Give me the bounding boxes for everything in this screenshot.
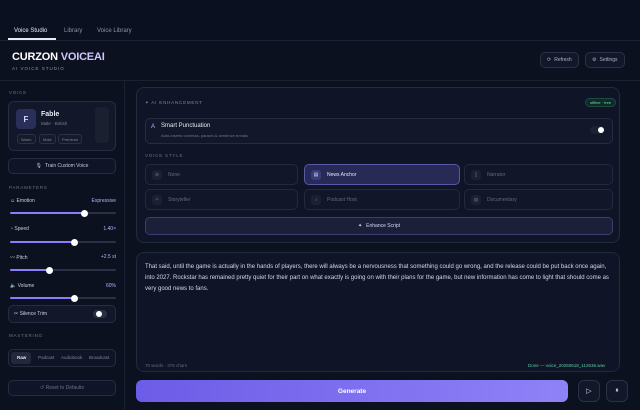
toggle-knob [96, 311, 102, 317]
reset-defaults-button[interactable]: ↺ Reset to Defaults [8, 380, 116, 396]
train-label: Train Custom Voice [44, 163, 89, 169]
voice-meta: Male · British [41, 121, 68, 126]
word-char-count: 70 words · 376 chars [145, 363, 188, 368]
speed-value: 1.40× [103, 226, 116, 232]
ban-icon: ⊘ [152, 169, 162, 180]
pitch-text: Pitch [16, 255, 28, 261]
style-news-anchor-button[interactable]: ▤ News Anchor [304, 164, 460, 185]
emotion-slider-knob[interactable] [80, 209, 88, 217]
voice-tag: Premium [58, 134, 83, 144]
volume-slider-knob[interactable] [70, 294, 78, 302]
play-icon: ▷ [586, 388, 592, 395]
mastering-option-podcast[interactable]: Podcast [38, 355, 54, 360]
pause-icon: ⏸ [615, 387, 619, 394]
style-none-button[interactable]: ⊘ None [145, 164, 298, 185]
tab-voice-library[interactable]: Voice Library [97, 28, 132, 34]
smart-punctuation-title: Smart Punctuation [161, 123, 211, 129]
divider [0, 80, 640, 81]
voice-style-label: VOICE STYLE [145, 153, 184, 158]
voice-tag: Male [39, 134, 56, 144]
pitch-slider-fill [10, 269, 49, 271]
voice-avatar: F [16, 109, 36, 129]
emotion-label: ☺ Emotion [10, 198, 35, 204]
parameters-section-label: PARAMETERS [9, 185, 48, 190]
style-label: Storyteller [168, 196, 191, 203]
emotion-text: Emotion [16, 198, 35, 204]
enhance-script-button[interactable]: ✦ Enhance Script [145, 217, 613, 235]
refresh-icon: ⟳ [547, 57, 552, 63]
voice-picker-handle[interactable] [95, 107, 109, 143]
brand-logo: CURZON VOICEAI [12, 51, 105, 63]
voice-tag: Warm [17, 134, 36, 144]
silence-trim-label: ✂ Silence Trim [14, 311, 47, 317]
script-text[interactable]: That said, until the game is actually in… [145, 262, 615, 295]
smart-punctuation-row[interactable] [145, 118, 613, 144]
volume-icon: 🔈 [10, 283, 18, 289]
speed-slider-fill [10, 241, 74, 243]
style-narrator-button[interactable]: ▯ Narrator [464, 164, 613, 185]
top-bar [0, 0, 640, 40]
offline-free-badge: offline · free [585, 98, 617, 107]
brand-subtitle: AI VOICE STUDIO [12, 66, 65, 71]
book-icon: ▯ [471, 169, 481, 180]
style-label: Podcast Host [327, 196, 357, 203]
speed-label: ◔ Speed [10, 226, 29, 232]
emotion-value: Expressive [91, 198, 116, 204]
volume-value: 60% [105, 283, 116, 289]
speed-slider-knob[interactable] [70, 238, 78, 246]
tab-library[interactable]: Library [64, 28, 82, 34]
toggle-knob [598, 127, 604, 133]
pitch-slider-knob[interactable] [45, 266, 53, 274]
settings-label: Settings [599, 57, 618, 63]
brand-accent: VOICEAI [60, 51, 105, 63]
style-podcast-host-button[interactable]: ♪ Podcast Host [304, 189, 460, 210]
sidebar-divider [124, 80, 125, 410]
mic-icon: 🎙 [35, 163, 42, 169]
refresh-label: Refresh [554, 57, 572, 63]
style-label: News Anchor [327, 171, 357, 178]
refresh-button[interactable]: ⟳ Refresh [540, 52, 579, 68]
train-custom-voice-button[interactable]: 🎙 Train Custom Voice [8, 158, 116, 174]
ai-enhancement-title: ✦ AI ENHANCEMENT [145, 100, 203, 106]
pitch-value: +2.5 st [100, 254, 116, 260]
smart-punctuation-desc: Auto-inserts commas, pauses & sentence b… [161, 133, 248, 138]
globe-icon: ◍ [471, 194, 481, 205]
ai-enhancement-label: AI ENHANCEMENT [151, 100, 203, 105]
mastering-option-audiobook[interactable]: Audiobook [61, 355, 82, 360]
gear-icon: ⚙ [592, 57, 597, 63]
play-button[interactable]: ▷ [578, 380, 600, 402]
voice-section-label: VOICE [9, 90, 28, 95]
microphone-icon: ♪ [311, 194, 321, 205]
style-label: None [168, 171, 180, 178]
style-label: Narrator [487, 171, 506, 178]
magic-wand-icon: ✦ [357, 223, 363, 229]
style-documentary-button[interactable]: ◍ Documentary [464, 189, 613, 210]
style-storyteller-button[interactable]: ✧ Storyteller [145, 189, 298, 210]
voice-name: Fable [41, 111, 60, 118]
mastering-option-raw[interactable]: Raw [17, 355, 26, 360]
divider [0, 40, 640, 41]
sparkle-icon: ✧ [152, 194, 162, 205]
enhance-script-label: Enhance Script [366, 223, 401, 229]
generation-status: Done — voice_20260618_112636.wav [528, 363, 606, 368]
emotion-slider-fill [10, 212, 84, 214]
pitch-label: 〰 Pitch [10, 254, 28, 261]
speed-text: Speed [14, 226, 29, 232]
pause-button[interactable]: ⏸ [606, 380, 628, 402]
volume-label: 🔈 Volume [10, 283, 34, 289]
mastering-section-label: MASTERING [9, 333, 43, 338]
text-icon: A [151, 124, 156, 130]
brand-name: CURZON [12, 51, 61, 63]
mastering-option-broadcast[interactable]: Broadcast [89, 355, 109, 360]
settings-button[interactable]: ⚙ Settings [585, 52, 625, 68]
style-label: Documentary [487, 196, 517, 203]
tab-voice-studio[interactable]: Voice Studio [14, 28, 47, 34]
volume-slider-fill [10, 297, 74, 299]
silence-trim-text: Silence Trim [19, 311, 48, 317]
generate-button[interactable]: Generate [136, 380, 568, 402]
newspaper-icon: ▤ [311, 169, 321, 180]
volume-text: Volume [17, 283, 35, 289]
